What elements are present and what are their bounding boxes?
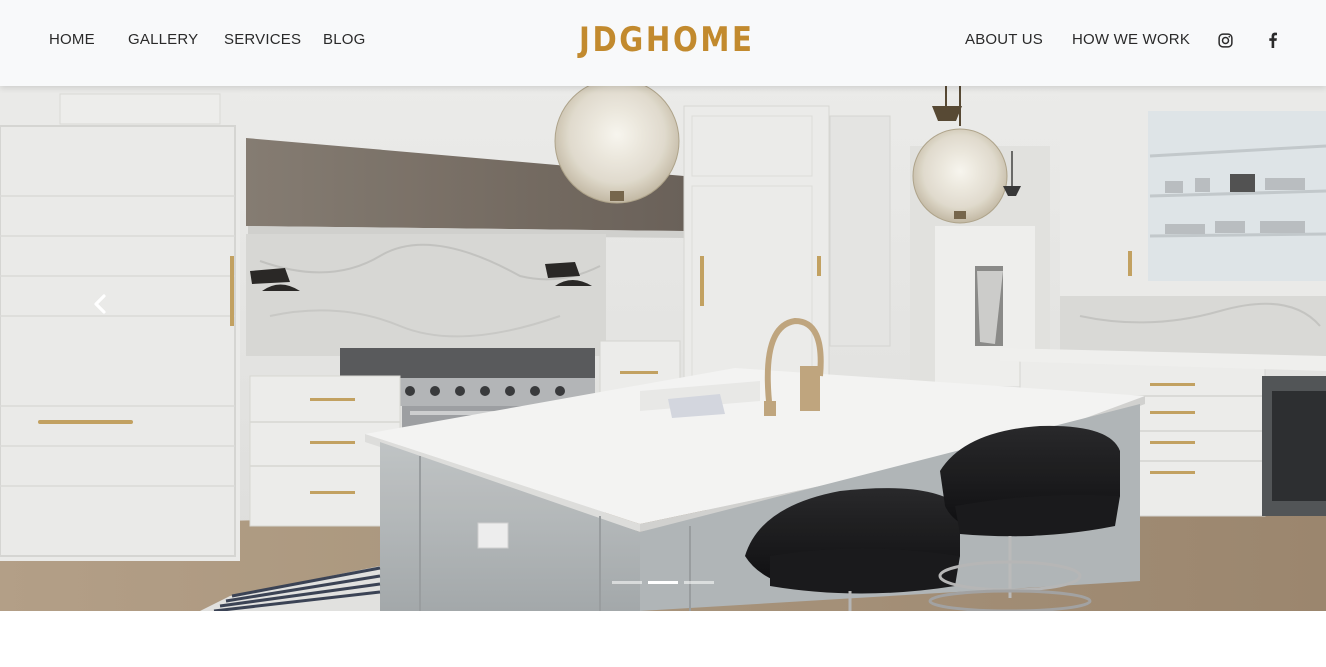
carousel-prev-button[interactable] [80, 281, 120, 331]
kitchen-photo [0, 86, 1326, 611]
carousel-indicator-3[interactable] [684, 581, 714, 584]
carousel-indicators [612, 581, 716, 587]
nav-about-us-link[interactable]: ABOUT US [965, 30, 1043, 50]
nav-how-we-work-link[interactable]: HOW WE WORK [1072, 30, 1190, 50]
nav-services-link[interactable]: SERVICES [224, 30, 301, 50]
chevron-left-icon [93, 293, 107, 319]
hero-carousel [0, 86, 1326, 611]
instagram-icon[interactable] [1215, 30, 1235, 50]
nav-gallery-link[interactable]: GALLERY [128, 30, 198, 50]
brand-logo[interactable]: JDGHOME [579, 20, 752, 60]
top-navbar: HOME GALLERY SERVICES BLOG JDGHOME ABOUT… [0, 0, 1326, 86]
carousel-indicator-1[interactable] [612, 581, 642, 584]
nav-blog-link[interactable]: BLOG [323, 30, 365, 50]
facebook-icon[interactable] [1262, 30, 1282, 50]
carousel-indicator-2[interactable] [648, 581, 678, 584]
nav-home-link[interactable]: HOME [49, 30, 95, 50]
